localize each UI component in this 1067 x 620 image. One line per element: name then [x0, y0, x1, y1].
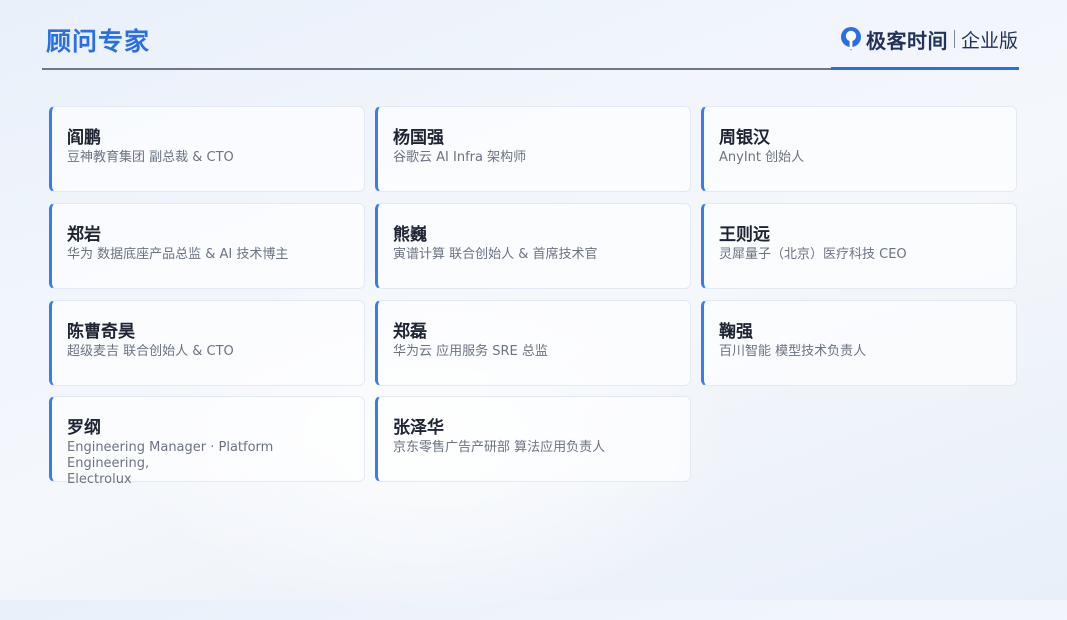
- expert-name: 周银汉: [719, 128, 770, 148]
- expert-card: 罗纲 Engineering Manager · Platform Engine…: [49, 396, 365, 487]
- expert-role: Engineering Manager · Platform Engineeri…: [67, 440, 274, 487]
- expert-card: 鞠强 百川智能 模型技术负责人: [701, 300, 1017, 386]
- expert-card: 陈曹奇昊 超级麦吉 联合创始人 & CTO: [49, 300, 365, 386]
- expert-role: 谷歌云 AI Infra 架构师: [393, 150, 527, 165]
- expert-role: 超级麦吉 联合创始人 & CTO: [67, 344, 234, 359]
- logo-brand-text: 极客时间: [865, 28, 948, 53]
- expert-card: 张泽华 京东零售广告产研部 算法应用负责人: [375, 396, 691, 482]
- expert-name: 鞠强: [719, 322, 753, 342]
- header-divider-accent: [831, 67, 1019, 70]
- expert-role: AnyInt 创始人: [719, 150, 805, 165]
- expert-name: 张泽华: [393, 418, 444, 438]
- expert-name: 王则远: [719, 225, 770, 245]
- expert-role: 京东零售广告产研部 算法应用负责人: [393, 440, 606, 455]
- expert-card: 杨国强 谷歌云 AI Infra 架构师: [375, 106, 691, 192]
- expert-card: 阎鹏 豆神教育集团 副总裁 & CTO: [49, 106, 365, 192]
- page-title: 顾问专家: [46, 27, 151, 56]
- expert-card: 熊巍 寅谱计算 联合创始人 & 首席技术官: [375, 203, 691, 289]
- expert-role: 豆神教育集团 副总裁 & CTO: [67, 150, 234, 165]
- expert-card: 周银汉 AnyInt 创始人: [701, 106, 1017, 192]
- expert-name: 熊巍: [393, 225, 427, 245]
- expert-card: 郑岩 华为 数据底座产品总监 & AI 技术博主: [49, 203, 365, 289]
- header-divider: [42, 68, 831, 70]
- expert-card: 郑磊 华为云 应用服务 SRE 总监: [375, 300, 691, 386]
- expert-role: 华为 数据底座产品总监 & AI 技术博主: [67, 247, 289, 262]
- expert-role: 灵犀量子（北京）医疗科技 CEO: [719, 247, 907, 262]
- expert-name: 罗纲: [67, 418, 101, 438]
- expert-name: 郑岩: [67, 225, 101, 245]
- brand-logo: 极客时间 企业版: [840, 24, 1018, 54]
- geek-time-logo-icon: [840, 27, 861, 51]
- expert-role: 华为云 应用服务 SRE 总监: [393, 344, 548, 359]
- logo-edition-text: 企业版: [960, 29, 1018, 52]
- expert-name: 陈曹奇昊: [67, 322, 135, 342]
- expert-role: 百川智能 模型技术负责人: [719, 344, 867, 359]
- expert-name: 郑磊: [393, 322, 427, 342]
- expert-card: 王则远 灵犀量子（北京）医疗科技 CEO: [701, 203, 1017, 289]
- expert-role: 寅谱计算 联合创始人 & 首席技术官: [393, 247, 598, 262]
- expert-name: 杨国强: [393, 128, 444, 148]
- logo-separator: [953, 30, 955, 48]
- expert-name: 阎鹏: [67, 128, 101, 148]
